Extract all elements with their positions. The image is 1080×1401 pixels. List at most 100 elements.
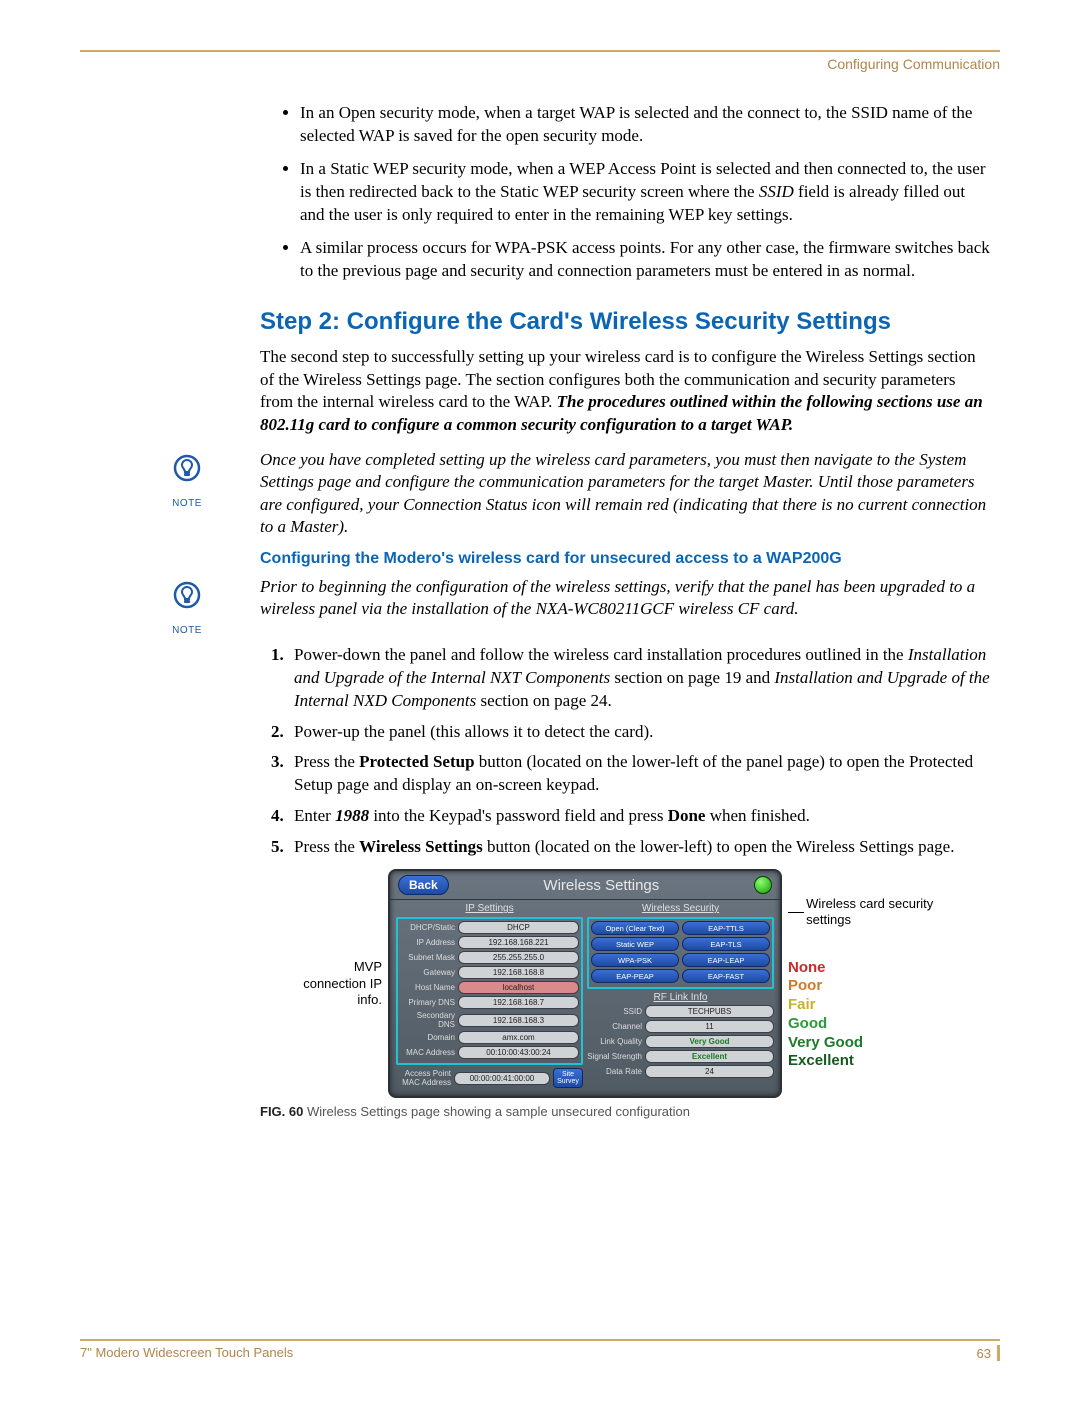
security-option[interactable]: EAP-LEAP (682, 953, 770, 967)
security-option[interactable]: WPA-PSK (591, 953, 679, 967)
numbered-steps: Power-down the panel and follow the wire… (260, 644, 990, 860)
rf-row: Signal StrengthExcellent (587, 1050, 774, 1063)
step-item: Press the Wireless Settings button (loca… (288, 836, 990, 859)
quality-legend: None Poor Fair Good Very Good Excellent (788, 959, 948, 1072)
ip-row: Primary DNS192.168.168.7 (400, 996, 579, 1009)
step-item: Enter 1988 into the Keypad's password fi… (288, 805, 990, 828)
back-button[interactable]: Back (398, 875, 449, 895)
t: button (located on the lower-left) to op… (483, 837, 955, 856)
security-option[interactable]: EAP-FAST (682, 969, 770, 983)
ip-label: Subnet Mask (400, 953, 455, 962)
step-item: Power-up the panel (this allows it to de… (288, 721, 990, 744)
sec-row: Open (Clear Text)EAP-TTLS (591, 921, 770, 935)
rf-label: Channel (587, 1022, 642, 1031)
breadcrumb: Configuring Communication (80, 56, 1000, 72)
ip-row: Secondary DNS192.168.168.3 (400, 1011, 579, 1029)
quality-exc: Excellent (788, 1052, 948, 1071)
step-item: Press the Protected Setup button (locate… (288, 751, 990, 797)
ip-label: MAC Address (400, 1048, 455, 1057)
security-option[interactable]: EAP-TTLS (682, 921, 770, 935)
note-label: NOTE (170, 625, 204, 636)
quality-vgood: Very Good (788, 1034, 948, 1053)
security-option[interactable]: Static WEP (591, 937, 679, 951)
t: Protected Setup (359, 752, 474, 771)
rf-title: RF Link Info (587, 992, 774, 1003)
note-label: NOTE (170, 498, 204, 509)
ip-value[interactable]: amx.com (458, 1031, 579, 1044)
security-option[interactable]: EAP-PEAP (591, 969, 679, 983)
ip-label: Host Name (400, 983, 455, 992)
panel-header: Back Wireless Settings (390, 871, 780, 900)
site-survey-button[interactable]: Site Survey (553, 1068, 583, 1088)
t: Power-down the panel and follow the wire… (294, 645, 908, 664)
note-icon: NOTE (80, 449, 260, 509)
panel-title: Wireless Settings (449, 877, 754, 894)
rf-label: Link Quality (587, 1037, 642, 1046)
document-page: Configuring Communication In an Open sec… (0, 0, 1080, 1401)
bullet-item: A similar process occurs for WPA-PSK acc… (300, 237, 990, 283)
ip-value[interactable]: 192.168.168.7 (458, 996, 579, 1009)
sec-row: Static WEPEAP-TLS (591, 937, 770, 951)
rf-value: Very Good (645, 1035, 774, 1048)
rf-label: Signal Strength (587, 1052, 642, 1061)
sec-row: EAP-PEAPEAP-FAST (591, 969, 770, 983)
ip-row: MAC Address00:10:00:43:00:24 (400, 1046, 579, 1059)
t: into the Keypad's password field and pre… (369, 806, 668, 825)
footer-left: 7" Modero Widescreen Touch Panels (80, 1345, 293, 1361)
rf-row: Channel11 (587, 1020, 774, 1033)
rf-value: 24 (645, 1065, 774, 1078)
quality-none: None (788, 959, 948, 978)
rf-value: TECHPUBS (645, 1005, 774, 1018)
ip-value[interactable]: 192.168.168.8 (458, 966, 579, 979)
ip-value[interactable]: 192.168.168.3 (458, 1014, 579, 1027)
note-text: Prior to beginning the configuration of … (260, 576, 1000, 620)
figure-left-label: MVP connection IP info. (302, 959, 382, 1008)
ap-mac-label: Access Point MAC Address (396, 1069, 451, 1087)
footer-page: 63 (977, 1345, 1000, 1361)
note-row: NOTE Once you have completed setting up … (80, 449, 1000, 537)
sec-highlight: Open (Clear Text)EAP-TTLSStatic WEPEAP-T… (587, 917, 774, 989)
note-icon: NOTE (80, 576, 260, 636)
ip-title: IP Settings (396, 903, 583, 914)
rf-label: SSID (587, 1007, 642, 1016)
ip-label: IP Address (400, 938, 455, 947)
wireless-settings-panel: Back Wireless Settings IP Settings DHCP/… (388, 869, 782, 1098)
quality-good: Good (788, 1015, 948, 1034)
quality-poor: Poor (788, 977, 948, 996)
ip-value[interactable]: localhost (458, 981, 579, 994)
quality-fair: Fair (788, 996, 948, 1015)
rf-value: Excellent (645, 1050, 774, 1063)
ip-row: Gateway192.168.168.8 (400, 966, 579, 979)
rf-value: 11 (645, 1020, 774, 1033)
ip-label: Gateway (400, 968, 455, 977)
t: Enter (294, 806, 335, 825)
ip-value[interactable]: 255.255.255.0 (458, 951, 579, 964)
status-indicator (754, 876, 772, 894)
t: when finished. (705, 806, 809, 825)
sec-row: WPA-PSKEAP-LEAP (591, 953, 770, 967)
step-heading: Step 2: Configure the Card's Wireless Se… (260, 308, 990, 336)
rf-label: Data Rate (587, 1067, 642, 1076)
ip-value[interactable]: DHCP (458, 921, 579, 934)
ip-label: Secondary DNS (400, 1011, 455, 1029)
ip-label: Domain (400, 1033, 455, 1042)
security-column: Wireless Security Open (Clear Text)EAP-T… (587, 902, 774, 1090)
rf-row: Link QualityVery Good (587, 1035, 774, 1048)
ip-value[interactable]: 192.168.168.221 (458, 936, 579, 949)
ip-highlight: DHCP/StaticDHCPIP Address192.168.168.221… (396, 917, 583, 1065)
ip-row: Subnet Mask255.255.255.0 (400, 951, 579, 964)
subheading: Configuring the Modero's wireless card f… (260, 550, 990, 568)
security-option[interactable]: EAP-TLS (682, 937, 770, 951)
t: Done (668, 806, 706, 825)
ip-settings-column: IP Settings DHCP/StaticDHCPIP Address192… (396, 902, 583, 1090)
main-content: In an Open security mode, when a target … (260, 102, 990, 437)
ip-label: Primary DNS (400, 998, 455, 1007)
ip-value[interactable]: 00:10:00:43:00:24 (458, 1046, 579, 1059)
figure-right: Wireless card security settings None Poo… (788, 896, 948, 1071)
caption-bold: FIG. 60 (260, 1104, 303, 1119)
bullet-item: In an Open security mode, when a target … (300, 102, 990, 148)
ip-row: Domainamx.com (400, 1031, 579, 1044)
note-text: Once you have completed setting up the w… (260, 449, 1000, 537)
ap-mac-value: 00:00:00:41:00:00 (454, 1072, 550, 1085)
security-option[interactable]: Open (Clear Text) (591, 921, 679, 935)
